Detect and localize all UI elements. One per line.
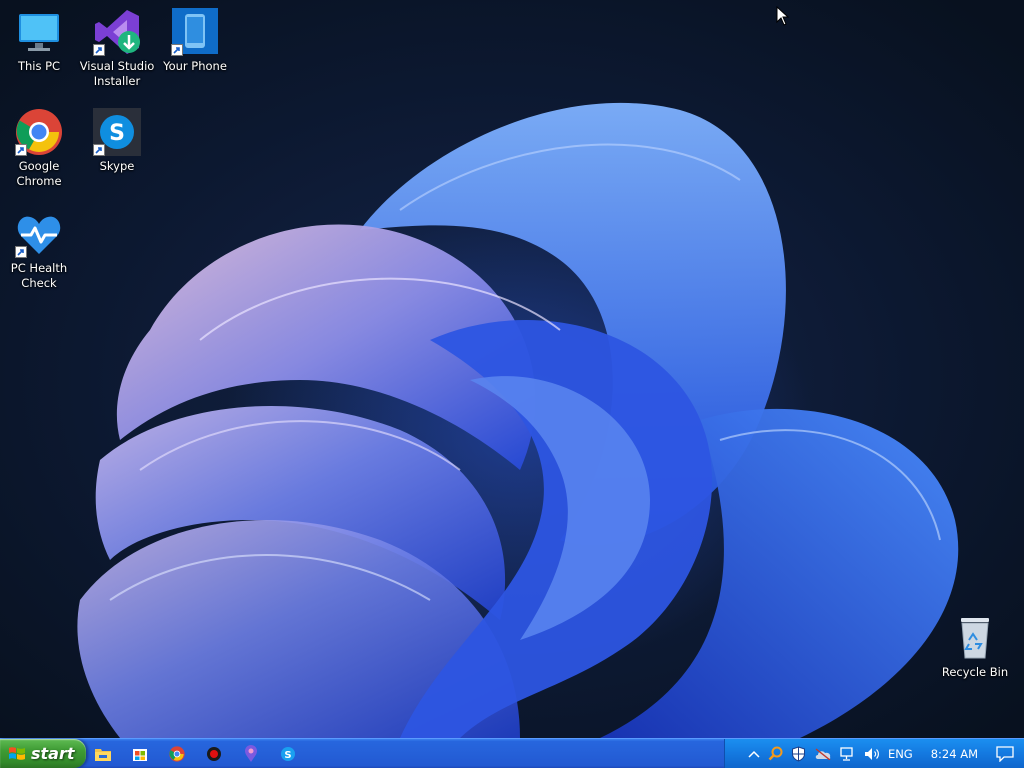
chevron-up-icon (748, 750, 760, 758)
svg-text:S: S (109, 121, 125, 146)
desktop-icon-label: Google Chrome (16, 159, 62, 188)
security-shield-icon (791, 745, 805, 762)
start-button[interactable]: start (0, 739, 86, 768)
taskbar: start S ENG 8:24 AM (0, 738, 1024, 768)
record-icon (206, 746, 221, 761)
desktop-icon-skype[interactable]: S Skype (78, 108, 156, 174)
desktop-icon-recycle-bin[interactable]: Recycle Bin (936, 614, 1014, 680)
maps-pin-icon (244, 744, 257, 762)
taskbar-chrome-button[interactable] (158, 739, 195, 768)
onedrive-icon (815, 747, 831, 760)
language-indicator[interactable]: ENG (888, 739, 913, 768)
chrome-icon (168, 745, 185, 762)
tray-onedrive-button[interactable] (814, 739, 832, 768)
desktop-icon-label: Skype (99, 159, 135, 173)
desktop-icon-visual-studio-installer[interactable]: Visual Studio Installer (78, 8, 156, 89)
desktop-icon-label: PC Health Check (10, 261, 68, 290)
quick-launch-bar: S (84, 739, 306, 768)
tray-network-button[interactable] (840, 739, 856, 768)
language-label: ENG (887, 746, 913, 761)
desktop-icon-label: Your Phone (163, 59, 227, 73)
shortcut-arrow-icon (15, 246, 27, 258)
svg-text:S: S (284, 750, 291, 761)
desktop-icon-your-phone[interactable]: Your Phone (156, 8, 234, 74)
shortcut-arrow-icon (15, 144, 27, 156)
show-hidden-icons-button[interactable] (748, 739, 760, 768)
desktop-icon-label: This PC (17, 59, 61, 73)
clock-time: 8:24 AM (930, 746, 978, 761)
search-icon (768, 746, 783, 761)
chrome-icon (15, 108, 63, 156)
mouse-cursor-icon (776, 6, 790, 26)
skype-icon: S (280, 746, 295, 761)
taskbar-file-explorer-button[interactable] (84, 739, 121, 768)
shortcut-arrow-icon (171, 44, 183, 56)
this-pc-icon (15, 8, 63, 56)
volume-icon (864, 747, 879, 760)
taskbar-record-button[interactable] (195, 739, 232, 768)
system-tray: ENG 8:24 AM (724, 739, 1024, 768)
desktop-icon-pc-health-check[interactable]: PC Health Check (0, 210, 78, 291)
taskbar-maps-button[interactable] (232, 739, 269, 768)
desktop-icon-label: Recycle Bin (941, 665, 1009, 679)
desktop-icon-google-chrome[interactable]: Google Chrome (0, 108, 78, 189)
tray-volume-button[interactable] (864, 739, 880, 768)
notification-center-button[interactable] (996, 739, 1014, 768)
windows-logo-icon (9, 746, 25, 760)
tray-security-button[interactable] (791, 739, 806, 768)
desktop-icon-this-pc[interactable]: This PC (0, 8, 78, 74)
shortcut-arrow-icon (93, 44, 105, 56)
start-label: start (31, 744, 75, 763)
store-icon (132, 748, 147, 761)
shortcut-arrow-icon (93, 144, 105, 156)
tray-search-button[interactable] (768, 739, 783, 768)
pc-health-check-icon (15, 210, 63, 258)
recycle-bin-icon (951, 614, 999, 662)
clock[interactable]: 8:24 AM (931, 739, 978, 768)
visual-studio-installer-icon (93, 8, 141, 56)
desktop[interactable]: This PC Visual Studio Installer Your Pho… (0, 0, 1024, 738)
taskbar-skype-button[interactable]: S (269, 739, 306, 768)
your-phone-icon (171, 8, 219, 56)
desktop-icon-label: Visual Studio Installer (79, 59, 155, 88)
taskbar-store-button[interactable] (121, 739, 158, 768)
network-icon (840, 746, 853, 761)
file-explorer-icon (94, 748, 111, 761)
skype-icon: S (93, 108, 141, 156)
notification-icon (996, 745, 1014, 762)
